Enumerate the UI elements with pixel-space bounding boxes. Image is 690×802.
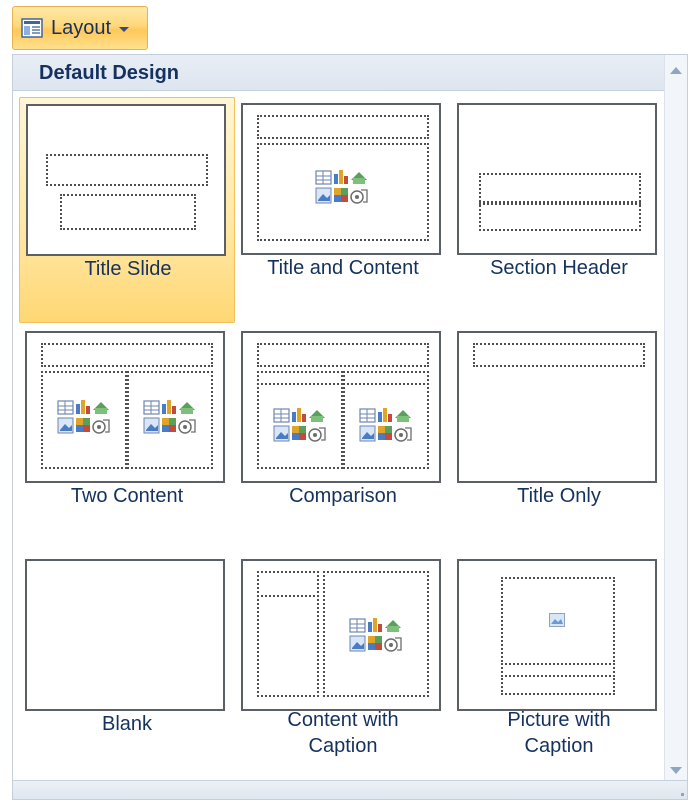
layout-thumbnail bbox=[25, 331, 225, 483]
text-placeholder bbox=[479, 201, 641, 231]
content-placeholder-left bbox=[41, 371, 127, 469]
layout-thumbnail bbox=[26, 104, 226, 256]
caption-text-placeholder bbox=[257, 595, 319, 697]
layout-icon bbox=[21, 18, 43, 38]
layout-gallery: Default Design Title Slide Title and Con… bbox=[12, 54, 688, 800]
layout-item-blank[interactable]: Blank bbox=[19, 553, 235, 779]
gallery-footer bbox=[13, 780, 687, 799]
content-placeholder-right bbox=[127, 371, 213, 469]
layout-thumbnail bbox=[457, 559, 657, 711]
layout-button[interactable]: Layout bbox=[12, 6, 148, 50]
subtitle-placeholder bbox=[60, 194, 196, 230]
layout-thumbnail bbox=[241, 559, 441, 711]
layout-item-label-line1: Content with bbox=[287, 709, 399, 731]
title-placeholder bbox=[257, 343, 429, 367]
layout-item-content-with-caption[interactable]: Content with Caption bbox=[235, 553, 451, 779]
picture-icon bbox=[549, 613, 565, 627]
layout-item-label: Section Header bbox=[490, 257, 628, 279]
layout-item-label: Title Only bbox=[517, 485, 601, 507]
title-placeholder bbox=[46, 154, 208, 186]
title-placeholder bbox=[257, 115, 429, 139]
content-placeholder-left bbox=[257, 383, 343, 469]
layout-thumbnail bbox=[241, 331, 441, 483]
picture-placeholder bbox=[501, 577, 615, 665]
layout-item-two-content[interactable]: Two Content bbox=[19, 325, 235, 551]
layout-item-label: Blank bbox=[101, 713, 153, 735]
layout-thumbnail bbox=[457, 103, 657, 255]
content-icons bbox=[359, 407, 412, 442]
layout-item-label: Two Content bbox=[70, 485, 184, 507]
title-placeholder bbox=[41, 343, 213, 367]
content-icons bbox=[273, 407, 326, 442]
layout-item-label: Title Slide bbox=[84, 258, 172, 280]
gallery-scrollbar[interactable] bbox=[664, 55, 687, 782]
layout-item-label-line1: Picture with bbox=[507, 709, 611, 731]
title-placeholder bbox=[473, 343, 645, 367]
gallery-section-header: Default Design bbox=[13, 55, 665, 91]
layout-item-title-slide[interactable]: Title Slide bbox=[19, 97, 235, 323]
chevron-down-icon bbox=[119, 26, 130, 32]
layout-button-label: Layout bbox=[51, 16, 112, 39]
content-placeholder bbox=[323, 571, 429, 697]
layout-item-title-and-content[interactable]: Title and Content bbox=[235, 97, 451, 323]
content-placeholder bbox=[257, 143, 429, 241]
layout-item-picture-with-caption[interactable]: Picture with Caption bbox=[451, 553, 667, 779]
content-icons bbox=[315, 169, 368, 204]
layout-thumbnail bbox=[25, 559, 225, 711]
layout-item-comparison[interactable]: Comparison bbox=[235, 325, 451, 551]
layout-item-label: Content with Caption bbox=[235, 707, 451, 759]
layout-item-label: Comparison bbox=[289, 485, 397, 507]
caption-text-placeholder bbox=[501, 675, 615, 695]
scroll-down-arrow-icon[interactable] bbox=[670, 767, 682, 774]
content-icons bbox=[143, 399, 196, 434]
layout-item-section-header[interactable]: Section Header bbox=[451, 97, 667, 323]
content-icons bbox=[349, 617, 402, 652]
layout-item-label: Picture with Caption bbox=[451, 707, 667, 759]
content-icons bbox=[57, 399, 110, 434]
content-placeholder-right bbox=[343, 383, 429, 469]
resize-grip-icon[interactable] bbox=[681, 793, 684, 796]
layout-thumbnail bbox=[241, 103, 441, 255]
caption-title-placeholder bbox=[257, 571, 319, 597]
layout-thumbnail bbox=[457, 331, 657, 483]
layout-item-label: Title and Content bbox=[267, 257, 419, 279]
layout-item-title-only[interactable]: Title Only bbox=[451, 325, 667, 551]
scroll-up-arrow-icon[interactable] bbox=[670, 67, 682, 74]
layout-item-label-line2: Caption bbox=[524, 735, 594, 757]
layout-item-label-line2: Caption bbox=[308, 735, 378, 757]
